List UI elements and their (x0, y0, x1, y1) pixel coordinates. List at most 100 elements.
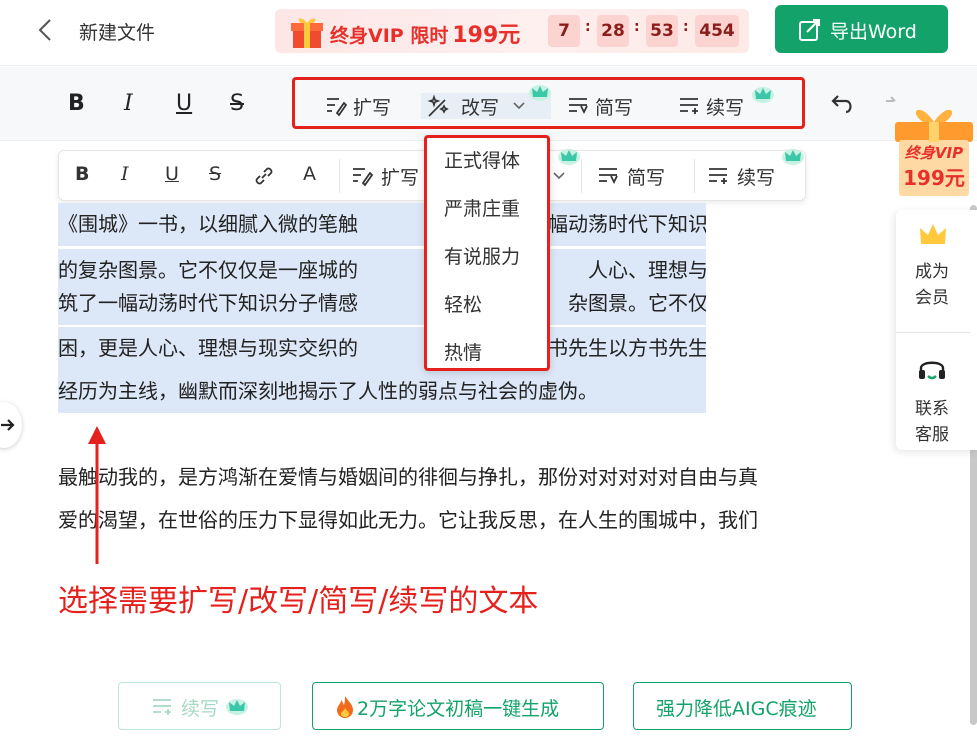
simplify-icon (599, 168, 618, 185)
top-bar: 新建文件 终身VIP 限时 199元 7 : 28 : 53 : 454 导出Wo… (0, 0, 977, 66)
inline-bold-button[interactable]: B (75, 163, 89, 185)
separator (581, 159, 582, 193)
text-line-selected[interactable]: 困，更是人心、理想与现实交织的 书先生以方书先生以方鸿渐的婚恋 (58, 327, 706, 370)
inline-expand-label: 扩写 (381, 167, 420, 189)
inline-italic-button[interactable]: I (121, 163, 129, 185)
underline-button[interactable]: U (176, 91, 192, 116)
menu-item-formal[interactable]: 正式得体 (444, 146, 520, 173)
menu-item-enthusiastic[interactable]: 热情 (444, 338, 482, 365)
separator (339, 159, 340, 193)
arrow-right-icon (1, 419, 15, 431)
menu-item-serious[interactable]: 严肃庄重 (444, 194, 520, 221)
side-vip-text: 终身VIP (904, 144, 964, 162)
gift-icon (291, 18, 323, 48)
promo-label: 终身VIP 限时 (330, 25, 449, 47)
expand-label: 扩写 (353, 97, 392, 119)
continue-label: 续写 (706, 97, 745, 119)
thesis-generate-button[interactable]: 2万字论文初稿一键生成 (312, 682, 604, 730)
text-segment: 的复杂图景。它不仅仅是一座城的 (58, 258, 358, 282)
crown-icon (752, 87, 774, 103)
service-label-1: 联系 (915, 399, 949, 419)
chevron-down-icon (553, 172, 565, 180)
menu-item-relaxed[interactable]: 轻松 (444, 290, 482, 317)
menu-item-persuasive[interactable]: 有说服力 (444, 242, 520, 269)
service-label-2: 客服 (915, 425, 949, 445)
side-vip-price: 199元 (903, 166, 965, 190)
inline-continue-button[interactable]: 续写 (707, 163, 797, 191)
crown-icon (226, 699, 248, 715)
countdown-colon: : (585, 19, 591, 35)
simplify-button[interactable]: 简写 (567, 93, 647, 119)
member-crown-icon (920, 224, 946, 244)
undo-icon[interactable] (830, 92, 856, 116)
headset-icon (919, 361, 945, 380)
continue-icon (680, 98, 698, 114)
promo-text: 终身VIP 限时 199元 (330, 17, 520, 49)
text-line-selected[interactable]: 筑了一幅动荡时代下知识分子情感 杂图景。它不仅仅是一座城的围 (58, 282, 706, 325)
inline-underline-button[interactable]: U (165, 163, 179, 185)
continue-icon (709, 168, 727, 184)
side-panel: 成为 会员 联系 客服 (896, 210, 977, 450)
countdown-colon: : (683, 19, 689, 35)
countdown-days: 7 (548, 15, 580, 47)
rewrite-icon (427, 94, 449, 117)
bottom-continue-button[interactable]: 续写 (118, 682, 281, 730)
simplify-label: 简写 (595, 97, 634, 119)
become-member-button[interactable]: 成为 会员 (896, 210, 970, 330)
countdown-colon: : (634, 19, 640, 35)
text-segment: 《围城》一书，以细腻入微的笔触 (58, 212, 358, 236)
inline-simplify-button[interactable]: 简写 (597, 163, 677, 191)
text-segment: 经历为主线，幽默而深刻地揭示了人性的弱点与社会的虚伪。 (58, 379, 598, 403)
rewrite-label: 改写 (461, 97, 500, 119)
continue-button[interactable]: 续写 (678, 87, 788, 119)
side-vip-badge[interactable]: 终身VIP 199元 (893, 100, 975, 198)
font-color-button[interactable]: A (303, 163, 316, 185)
reduce-aigc-button[interactable]: 强力降低AIGC痕迹 (633, 682, 852, 730)
export-word-button[interactable]: 导出Word (775, 5, 948, 53)
text-line-selected[interactable]: 经历为主线，幽默而深刻地揭示了人性的弱点与社会的虚伪。 (58, 370, 706, 413)
strikethrough-button[interactable]: S (230, 91, 244, 116)
text-line-selected[interactable]: 《围城》一书，以细腻入微的笔触 幅动荡时代下知识分子情感与生活 (58, 203, 706, 246)
crown-icon (782, 149, 804, 165)
text-line[interactable]: 爱的渴望，在世俗的压力下显得如此无力。它让我反思，在人生的围城中，我们 (58, 499, 898, 542)
crown-icon (558, 149, 580, 165)
expand-icon (353, 168, 373, 187)
countdown-ms: 454 (695, 15, 739, 47)
contact-service-button[interactable]: 联系 客服 (896, 334, 970, 450)
fire-icon (337, 696, 353, 718)
continue-icon (153, 699, 171, 715)
expand-icon (327, 98, 347, 117)
vip-promo-banner[interactable]: 终身VIP 限时 199元 7 : 28 : 53 : 454 (275, 9, 749, 53)
countdown-minutes: 53 (646, 15, 678, 47)
inline-simplify-label: 简写 (627, 167, 666, 189)
bold-button[interactable]: B (68, 91, 85, 116)
expand-button[interactable]: 扩写 (325, 93, 405, 119)
text-segment: 幅动荡时代下知识分子情感与生活 (548, 212, 706, 236)
divider (896, 332, 970, 333)
ai-writing-tools: 扩写 改写 简写 续写 (292, 77, 805, 129)
italic-button[interactable]: I (124, 91, 133, 116)
link-icon[interactable] (253, 165, 275, 187)
back-icon (38, 19, 51, 41)
sidebar-toggle[interactable] (0, 402, 22, 448)
inline-continue-label: 续写 (737, 167, 776, 189)
inline-strike-button[interactable]: S (209, 163, 221, 185)
export-icon (799, 19, 820, 41)
text-segment: 书先生以方书先生以方鸿渐的婚恋 (548, 336, 706, 360)
text-segment: 困，更是人心、理想与现实交织的 (58, 336, 358, 360)
text-segment: 杂图景。它不仅仅是一座城的围 (568, 291, 706, 315)
annotation-text: 选择需要扩写/改写/简写/续写的文本 (58, 584, 539, 619)
bottom-continue-label: 续写 (181, 698, 220, 720)
document-title: 新建文件 (79, 22, 156, 44)
member-label-2: 会员 (915, 288, 949, 308)
simplify-icon (569, 98, 588, 115)
inline-expand-button[interactable]: 扩写 (351, 163, 431, 191)
export-label: 导出Word (830, 21, 917, 43)
format-toolbar: B I U S 扩写 改写 简写 续写 (0, 67, 977, 141)
chevron-down-icon (513, 102, 525, 110)
rewrite-button[interactable]: 改写 (421, 85, 551, 119)
back-button[interactable] (30, 14, 62, 46)
crown-icon (529, 85, 551, 101)
promo-price: 199元 (452, 23, 521, 48)
text-line[interactable]: 最触动我的，是方鸿渐在爱情与婚姻间的徘徊与挣扎，那份对对对对对自由与真 (58, 456, 898, 499)
